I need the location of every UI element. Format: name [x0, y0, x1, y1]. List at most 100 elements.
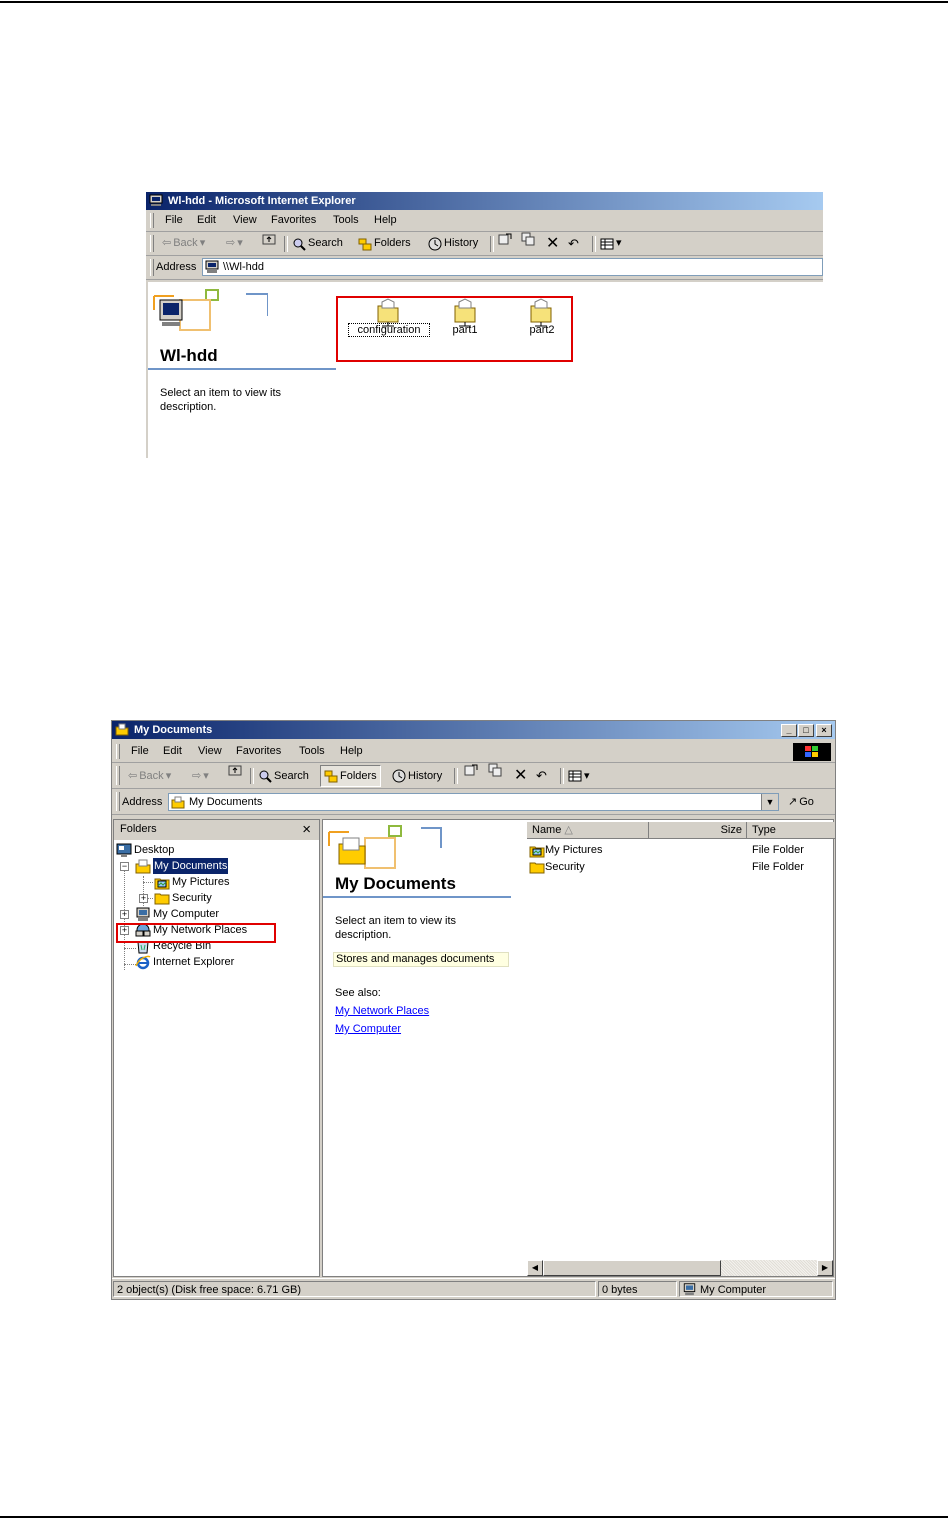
- link-my-network-places[interactable]: My Network Places: [335, 1004, 429, 1018]
- search-button[interactable]: Search: [258, 763, 309, 789]
- tree-item-my-computer[interactable]: My Computer: [135, 906, 219, 922]
- address-dropdown-button[interactable]: ▼: [761, 794, 778, 810]
- panel-divider: [323, 896, 511, 898]
- file-name: My Pictures: [545, 844, 603, 856]
- my-documents-icon: [135, 859, 151, 874]
- copy-to-button[interactable]: [488, 763, 502, 777]
- search-button[interactable]: Search: [292, 232, 343, 255]
- menu-help[interactable]: Help: [374, 210, 397, 230]
- expand-toggle[interactable]: +: [139, 894, 148, 903]
- back-arrow-icon: ⇦: [128, 770, 138, 782]
- scroll-left-button[interactable]: ◀: [527, 1260, 543, 1276]
- delete-button[interactable]: ✕: [514, 763, 527, 789]
- folders-button[interactable]: Folders: [358, 232, 411, 255]
- folders-label: Folders: [374, 237, 411, 249]
- close-button[interactable]: ×: [816, 724, 832, 737]
- folders-pane: Folders × Desktop − My Documents My Pict…: [113, 819, 320, 1277]
- dropdown-icon: ▾: [165, 770, 172, 782]
- delete-icon: ✕: [514, 767, 528, 784]
- history-button[interactable]: History: [392, 763, 442, 789]
- column-header-name[interactable]: Name △: [527, 822, 649, 839]
- panel-description: Select an item to view its description.: [160, 387, 282, 413]
- tree-item-internet-explorer[interactable]: Internet Explorer: [135, 954, 234, 970]
- copy-to-button[interactable]: [521, 232, 535, 246]
- network-drive-icon: [205, 260, 219, 273]
- list-item[interactable]: Security: [529, 859, 585, 875]
- undo-button[interactable]: ↶: [536, 763, 547, 789]
- desktop-icon: [116, 843, 132, 857]
- see-also-label: See also:: [335, 987, 381, 999]
- menu-favorites[interactable]: Favorites: [271, 210, 316, 230]
- back-button[interactable]: ⇦ Back ▾: [128, 763, 171, 789]
- move-to-button[interactable]: [498, 232, 512, 246]
- my-computer-icon: [683, 1283, 696, 1296]
- menu-tools[interactable]: Tools: [299, 741, 325, 761]
- list-item[interactable]: My Pictures: [529, 842, 602, 858]
- back-button[interactable]: ⇦ Back ▾: [162, 232, 205, 255]
- ie-icon: [135, 955, 151, 970]
- panel-divider: [148, 368, 336, 370]
- close-pane-icon[interactable]: ×: [302, 820, 311, 840]
- forward-button[interactable]: ⇨ ▾: [192, 763, 209, 789]
- my-computer-icon: [136, 907, 150, 921]
- maximize-button[interactable]: □: [798, 724, 814, 737]
- move-to-icon: [498, 233, 512, 245]
- views-button[interactable]: ▾: [568, 763, 590, 789]
- folder-icon: [154, 893, 170, 905]
- copy-to-icon: [521, 232, 535, 246]
- panel-title: Wl-hdd: [160, 346, 218, 365]
- folders-icon: [324, 770, 338, 783]
- up-folder-icon: [262, 234, 276, 245]
- menu-file[interactable]: File: [165, 210, 183, 230]
- undo-button[interactable]: ↶: [568, 232, 579, 255]
- delete-button[interactable]: ✕: [546, 232, 559, 255]
- up-folder-button[interactable]: [228, 763, 242, 777]
- scroll-right-button[interactable]: ▶: [817, 1260, 833, 1276]
- address-input[interactable]: My Documents ▼: [168, 793, 779, 811]
- minimize-button[interactable]: _: [781, 724, 797, 737]
- history-button[interactable]: History: [428, 232, 478, 255]
- horizontal-scrollbar[interactable]: ◀ ▶: [527, 1260, 833, 1276]
- ie-menubar: File Edit View Favorites Tools Help: [146, 210, 823, 232]
- link-my-computer[interactable]: My Computer: [335, 1022, 401, 1036]
- move-to-button[interactable]: [464, 763, 478, 777]
- webview-banner-graphic: [153, 289, 268, 331]
- up-folder-button[interactable]: [262, 232, 276, 246]
- page-bottom-rule: [0, 1516, 948, 1518]
- collapse-toggle[interactable]: −: [120, 862, 129, 871]
- menu-edit[interactable]: Edit: [197, 210, 216, 230]
- tree-item-my-documents[interactable]: My Documents: [135, 857, 230, 875]
- forward-button[interactable]: ⇨ ▾: [226, 232, 243, 255]
- address-input[interactable]: \\Wl-hdd: [202, 258, 823, 276]
- menu-view[interactable]: View: [198, 741, 222, 761]
- tree-item-desktop[interactable]: Desktop: [116, 842, 174, 858]
- my-documents-icon: [171, 796, 185, 809]
- panel-description: Select an item to view its description.: [335, 915, 457, 941]
- search-icon: [293, 238, 306, 251]
- menu-view[interactable]: View: [233, 210, 257, 230]
- file-type: File Folder: [752, 844, 804, 856]
- menu-edit[interactable]: Edit: [163, 741, 182, 761]
- ie-titlebar[interactable]: Wl-hdd - Microsoft Internet Explorer: [146, 192, 823, 210]
- folders-button-active[interactable]: Folders: [320, 765, 381, 787]
- copy-to-icon: [488, 763, 502, 777]
- expand-toggle[interactable]: +: [120, 910, 129, 919]
- my-pictures-icon: [529, 846, 545, 858]
- column-header-size[interactable]: Size: [649, 822, 747, 839]
- go-button[interactable]: ↗ Go: [788, 789, 814, 815]
- menu-help[interactable]: Help: [340, 741, 363, 761]
- list-header: Name △ Size Type: [527, 822, 835, 839]
- scroll-thumb[interactable]: [543, 1260, 721, 1276]
- status-objects: 2 object(s) (Disk free space: 6.71 GB): [113, 1281, 596, 1297]
- explorer-titlebar[interactable]: My Documents _ □ ×: [112, 721, 835, 739]
- menu-file[interactable]: File: [131, 741, 149, 761]
- status-bar: 2 object(s) (Disk free space: 6.71 GB) 0…: [112, 1278, 835, 1299]
- menu-favorites[interactable]: Favorites: [236, 741, 281, 761]
- tree-item-security[interactable]: Security: [154, 890, 212, 906]
- move-to-icon: [464, 764, 478, 776]
- column-header-type[interactable]: Type: [747, 822, 835, 839]
- views-button[interactable]: ▾: [600, 232, 622, 255]
- tree-item-my-pictures[interactable]: My Pictures: [154, 874, 229, 890]
- views-icon: [600, 238, 614, 249]
- menu-tools[interactable]: Tools: [333, 210, 359, 230]
